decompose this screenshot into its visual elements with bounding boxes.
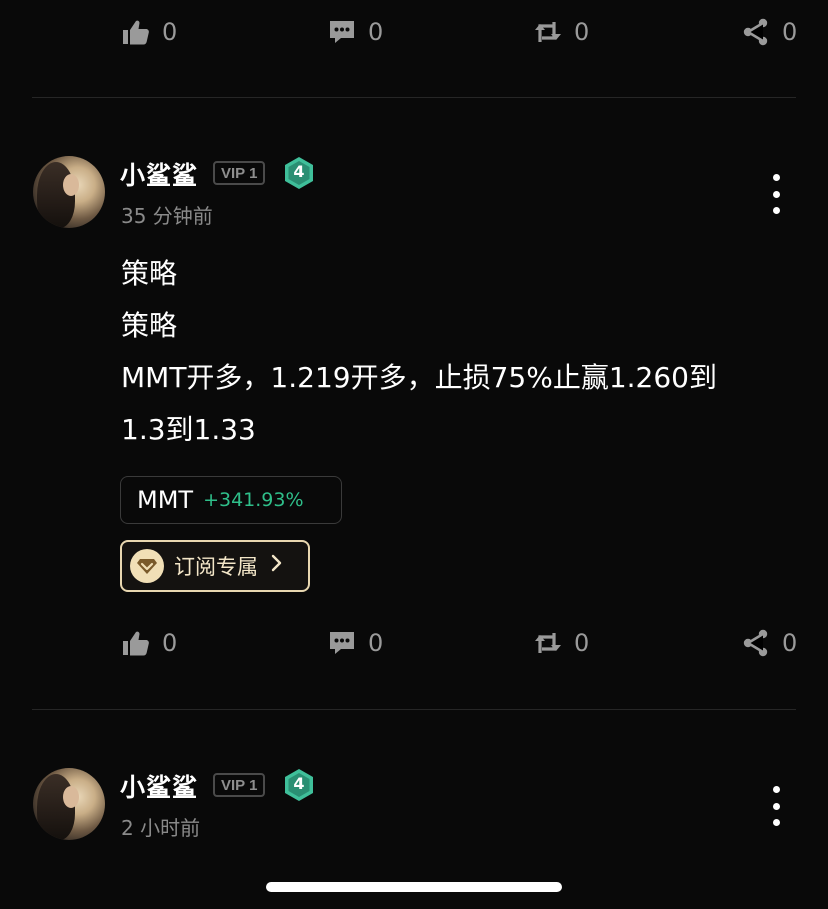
share-count: 0 [782,18,798,46]
home-indicator[interactable] [266,882,562,892]
repost-count: 0 [574,629,590,657]
post-content: 策略 策略 MMT开多，1.219开多，止损75%止赢1.260到 1.3到1.… [121,248,801,456]
author-name[interactable]: 小鲨鲨 [120,768,198,804]
thumbs-up-icon [123,631,149,656]
post-line: MMT开多，1.219开多，止损75%止赢1.260到 [121,361,717,394]
subscribe-exclusive-button[interactable]: 订阅专属 [120,540,310,592]
repost-icon [535,633,561,653]
ticker-change: +341.93% [203,489,304,511]
avatar[interactable] [33,768,105,840]
previous-post-action-bar: 0 0 0 0 [0,12,828,52]
more-vertical-icon [772,174,780,181]
like-count: 0 [162,629,178,657]
post-action-bar: 0 0 0 0 [0,623,828,663]
like-button[interactable]: 0 [122,623,177,663]
repost-count: 0 [574,18,590,46]
more-options-button[interactable] [764,786,788,826]
chevron-right-icon [270,553,284,579]
like-count: 0 [162,18,178,46]
post-timestamp: 35 分钟前 [121,204,213,228]
more-options-button[interactable] [764,174,788,214]
post-divider [32,97,796,98]
comment-button[interactable]: 0 [328,12,383,52]
share-icon [743,629,768,657]
subscribe-label: 订阅专属 [174,555,258,579]
ticker-symbol: MMT [137,486,194,514]
repost-button[interactable]: 0 [534,12,589,52]
post-timestamp: 2 小时前 [121,816,201,840]
avatar[interactable] [33,156,105,228]
thumbs-up-icon [123,20,149,45]
comment-icon [330,21,354,43]
level-badge: 4 [283,768,315,802]
post-divider [32,709,796,710]
next-post-header: 小鲨鲨 VIP 1 4 2 小时前 [0,768,828,848]
post-line: 策略 [121,257,178,290]
more-vertical-icon [772,786,780,793]
comment-count: 0 [368,18,384,46]
diamond-icon [130,549,164,583]
comment-count: 0 [368,629,384,657]
level-number: 4 [293,774,305,793]
post-header: 小鲨鲨 VIP 1 4 35 分钟前 [0,156,828,236]
ticker-chip[interactable]: MMT +341.93% [120,476,342,524]
share-count: 0 [782,629,798,657]
repost-icon [535,22,561,42]
share-icon [743,18,768,46]
author-name[interactable]: 小鲨鲨 [120,156,198,192]
share-button[interactable]: 0 [742,12,797,52]
like-button[interactable]: 0 [122,12,177,52]
post-line: 1.3到1.33 [121,413,256,446]
vip-badge: VIP 1 [213,773,266,797]
comment-button[interactable]: 0 [328,623,383,663]
level-number: 4 [293,162,305,181]
share-button[interactable]: 0 [742,623,797,663]
repost-button[interactable]: 0 [534,623,589,663]
post-line: 策略 [121,309,178,342]
vip-badge: VIP 1 [213,161,266,185]
comment-icon [330,632,354,654]
level-badge: 4 [283,156,315,190]
